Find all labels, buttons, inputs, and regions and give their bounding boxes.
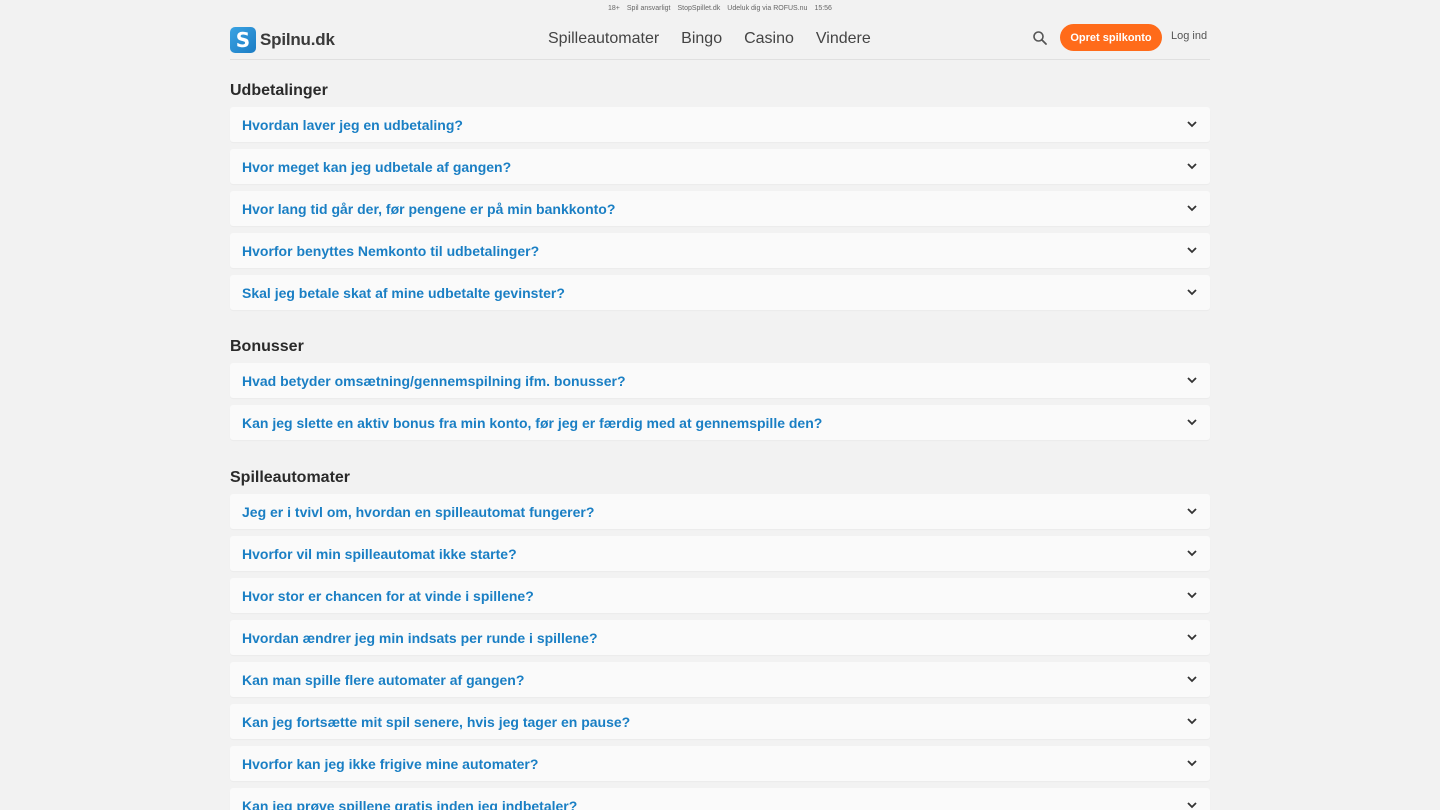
- faq-question: Hvordan laver jeg en udbetaling?: [242, 116, 463, 133]
- chevron-down-icon: [1186, 758, 1198, 770]
- chevron-down-icon: [1186, 375, 1198, 387]
- chevron-down-icon: [1186, 203, 1198, 215]
- signup-button[interactable]: Opret spilkonto: [1060, 24, 1162, 51]
- stopspillet-link[interactable]: StopSpillet.dk: [677, 5, 720, 12]
- faq-question: Hvor lang tid går der, før pengene er på…: [242, 200, 616, 217]
- faq-item[interactable]: Hvorfor vil min spilleautomat ikke start…: [230, 536, 1210, 571]
- section-title-udbetalinger: Udbetalinger: [230, 82, 328, 99]
- age-limit: 18+: [608, 4, 620, 12]
- faq-item[interactable]: Skal jeg betale skat af mine udbetalte g…: [230, 275, 1210, 310]
- nav-item-bingo[interactable]: Bingo: [681, 30, 722, 48]
- faq-question: Hvad betyder omsætning/gennemspilning if…: [242, 372, 626, 389]
- chevron-down-icon: [1186, 161, 1198, 173]
- responsible-gaming-bar: 18+ Spil ansvarligt StopSpillet.dk Udelu…: [0, 2, 1440, 14]
- section-title-bonusser: Bonusser: [230, 338, 304, 355]
- logo[interactable]: S Spilnu.dk: [230, 26, 335, 53]
- faq-item[interactable]: Jeg er i tvivl om, hvordan en spilleauto…: [230, 494, 1210, 529]
- main-nav: Spilleautomater Bingo Casino Vindere: [548, 20, 871, 58]
- faq-question: Hvordan ændrer jeg min indsats per runde…: [242, 629, 598, 646]
- chevron-down-icon: [1186, 287, 1198, 299]
- chevron-down-icon: [1186, 800, 1198, 810]
- faq-item[interactable]: Kan jeg prøve spillene gratis inden jeg …: [230, 788, 1210, 810]
- faq-item[interactable]: Hvad betyder omsætning/gennemspilning if…: [230, 363, 1210, 398]
- section-title-spilleautomater: Spilleautomater: [230, 469, 351, 486]
- chevron-down-icon: [1186, 119, 1198, 131]
- faq-question: Kan jeg fortsætte mit spil senere, hvis …: [242, 713, 631, 730]
- faq-question: Hvorfor vil min spilleautomat ikke start…: [242, 545, 517, 562]
- chevron-down-icon: [1186, 548, 1198, 560]
- faq-item[interactable]: Kan jeg slette en aktiv bonus fra min ko…: [230, 405, 1210, 440]
- nav-item-spilleautomater[interactable]: Spilleautomater: [548, 30, 659, 48]
- nav-item-casino[interactable]: Casino: [744, 30, 794, 48]
- faq-item[interactable]: Hvordan laver jeg en udbetaling?: [230, 107, 1210, 142]
- faq-item[interactable]: Kan jeg fortsætte mit spil senere, hvis …: [230, 704, 1210, 739]
- chevron-down-icon: [1186, 590, 1198, 602]
- faq-question: Kan jeg slette en aktiv bonus fra min ko…: [242, 414, 823, 431]
- nav-item-vindere[interactable]: Vindere: [816, 30, 871, 48]
- rofus-link[interactable]: Udeluk dig via ROFUS.nu: [727, 5, 807, 12]
- clock: 15:56: [814, 4, 832, 12]
- faq-question: Hvorfor kan jeg ikke frigive mine automa…: [242, 755, 539, 772]
- search-icon[interactable]: [1032, 30, 1048, 46]
- faq-item[interactable]: Hvor stor er chancen for at vinde i spil…: [230, 578, 1210, 613]
- chevron-down-icon: [1186, 417, 1198, 429]
- faq-question: Kan jeg prøve spillene gratis inden jeg …: [242, 797, 578, 810]
- faq-question: Kan man spille flere automater af gangen…: [242, 671, 525, 688]
- faq-item[interactable]: Hvor lang tid går der, før pengene er på…: [230, 191, 1210, 226]
- logo-mark: S: [230, 26, 256, 53]
- chevron-down-icon: [1186, 716, 1198, 728]
- faq-question: Hvorfor benyttes Nemkonto til udbetaling…: [242, 242, 540, 259]
- chevron-down-icon: [1186, 674, 1198, 686]
- faq-item[interactable]: Hvordan ændrer jeg min indsats per runde…: [230, 620, 1210, 655]
- logo-text: Spilnu.dk: [260, 29, 335, 49]
- faq-item[interactable]: Hvorfor benyttes Nemkonto til udbetaling…: [230, 233, 1210, 268]
- faq-item[interactable]: Kan man spille flere automater af gangen…: [230, 662, 1210, 697]
- chevron-down-icon: [1186, 506, 1198, 518]
- faq-content: Udbetalinger Hvordan laver jeg en udbeta…: [230, 80, 1210, 810]
- site-header: S Spilnu.dk Spilleautomater Bingo Casino…: [230, 20, 1210, 60]
- faq-question: Hvor meget kan jeg udbetale af gangen?: [242, 158, 512, 175]
- responsible-link[interactable]: Spil ansvarligt: [627, 5, 671, 12]
- login-link[interactable]: Log ind: [1171, 30, 1207, 42]
- faq-item[interactable]: Hvorfor kan jeg ikke frigive mine automa…: [230, 746, 1210, 781]
- faq-question: Skal jeg betale skat af mine udbetalte g…: [242, 284, 565, 301]
- chevron-down-icon: [1186, 632, 1198, 644]
- faq-item[interactable]: Hvor meget kan jeg udbetale af gangen?: [230, 149, 1210, 184]
- faq-question: Hvor stor er chancen for at vinde i spil…: [242, 587, 534, 604]
- faq-question: Jeg er i tvivl om, hvordan en spilleauto…: [242, 503, 595, 520]
- chevron-down-icon: [1186, 245, 1198, 257]
